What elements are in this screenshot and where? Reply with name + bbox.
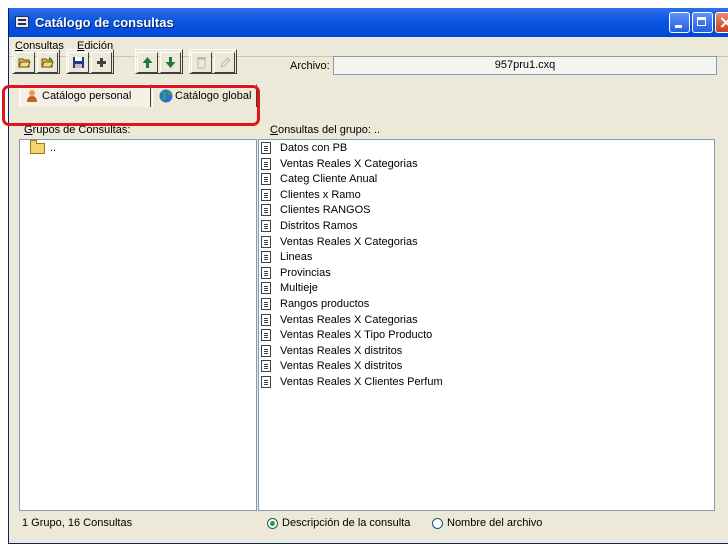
radio-checked-icon — [267, 518, 278, 529]
document-icon — [261, 266, 271, 279]
add-icon — [97, 58, 106, 67]
window-title: Catálogo de consultas — [35, 15, 174, 30]
open-button[interactable] — [14, 52, 35, 73]
person-icon — [27, 90, 37, 102]
list-item-label: Lineas — [280, 251, 313, 264]
document-icon — [261, 188, 271, 201]
list-item-label: Rangos productos — [280, 298, 370, 310]
document-icon — [261, 220, 271, 232]
minimize-button[interactable] — [669, 12, 690, 33]
list-item-label: Ventas Reales X Categorias — [280, 235, 418, 248]
arrow-up-icon — [142, 57, 153, 68]
document-icon — [261, 204, 271, 217]
list-item-label: Categ Cliente Anual — [280, 173, 378, 186]
radio-unchecked-icon — [432, 518, 443, 529]
document-icon — [261, 235, 271, 248]
queries-list[interactable]: Datos con PB Ventas Reales X Categorias Ca… — [258, 139, 715, 511]
open-alt-button[interactable] — [37, 52, 58, 73]
move-down-button[interactable] — [160, 52, 181, 73]
document-icon — [261, 313, 271, 326]
groups-list[interactable]: .. — [19, 139, 257, 511]
title-bar[interactable]: Catálogo de consultas — [9, 8, 728, 37]
document-icon — [261, 173, 271, 186]
app-icon — [15, 16, 29, 28]
add-button[interactable] — [91, 52, 112, 73]
document-icon — [261, 329, 271, 342]
tab-catalogo-personal[interactable]: Catálogo personal — [19, 84, 151, 107]
document-icon — [261, 142, 271, 154]
save-button[interactable] — [68, 52, 89, 73]
consultas-header: Consultas del grupo: .. — [270, 124, 381, 136]
open-folder-alt-icon — [41, 57, 54, 68]
list-item-label: Ventas Reales X Categorias — [280, 313, 418, 326]
archivo-field[interactable]: 957pru1.cxq — [333, 56, 717, 75]
close-button[interactable] — [715, 12, 728, 33]
grupos-header: Grupos de Consultas: — [24, 124, 131, 136]
open-folder-icon — [18, 58, 31, 68]
list-item-label: Ventas Reales X distritos — [280, 344, 403, 357]
folder-icon — [30, 140, 45, 154]
list-item-label: Ventas Reales X Categorias — [280, 157, 418, 170]
list-item-label: Ventas Reales X Clientes Perfum — [280, 376, 443, 388]
document-icon — [261, 298, 271, 310]
globe-icon — [159, 89, 173, 103]
document-icon — [261, 282, 271, 295]
document-icon — [261, 360, 271, 373]
arrow-down-icon — [165, 57, 176, 68]
archivo-label: Archivo: — [290, 60, 330, 72]
list-item-label: Ventas Reales X distritos — [280, 360, 403, 373]
edit-button[interactable] — [214, 52, 235, 73]
document-icon — [261, 344, 271, 357]
menu-bar: Consultas Edición — [9, 37, 728, 57]
document-icon — [261, 157, 271, 170]
list-item-label: Distritos Ramos — [280, 220, 358, 232]
tab-catalogo-global[interactable]: Catálogo global — [152, 84, 257, 107]
maximize-button[interactable] — [692, 12, 713, 33]
list-item-label: Clientes x Ramo — [280, 188, 361, 201]
list-item-label: Multieje — [280, 282, 318, 295]
list-item-label: Ventas Reales X Tipo Producto — [280, 329, 433, 342]
delete-button[interactable] — [191, 52, 212, 73]
list-item-label: Clientes RANGOS — [280, 204, 371, 217]
edit-icon — [220, 57, 231, 68]
document-icon — [261, 376, 271, 388]
trash-icon — [197, 57, 206, 69]
status-summary: 1 Grupo, 16 Consultas — [22, 517, 133, 529]
save-icon — [73, 57, 84, 68]
list-item-label: Provincias — [280, 266, 331, 279]
document-icon — [261, 251, 271, 264]
list-item[interactable]: .. — [20, 140, 256, 156]
list-item-label: Datos con PB — [280, 142, 348, 154]
move-up-button[interactable] — [137, 52, 158, 73]
